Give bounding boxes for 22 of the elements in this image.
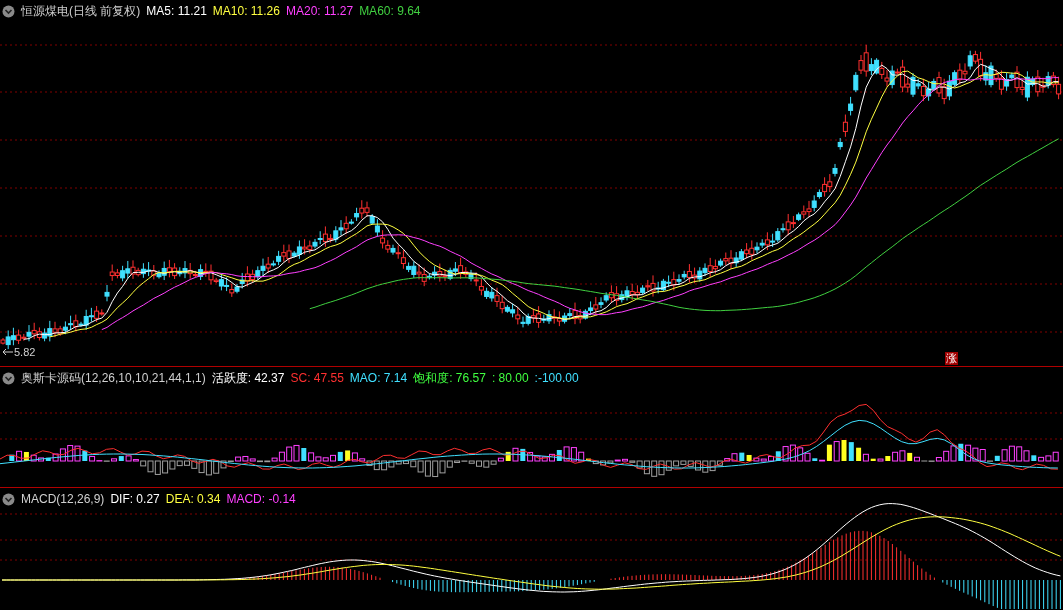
indicator-value: DIF: 0.27	[110, 491, 160, 508]
dropdown-icon[interactable]	[2, 492, 15, 506]
indicator-value: MA20: 11.27	[285, 3, 354, 20]
indicator-title: 奥斯卡源码(12,26,10,10,21,44,1,1)	[21, 370, 206, 387]
indicator-value: 活跃度: 42.37	[211, 370, 285, 387]
indicator-value: :-100.00	[534, 370, 579, 387]
indicator-value: 饱和度: 76.57	[413, 370, 486, 387]
rise-signal-badge: 涨	[945, 352, 958, 365]
indicator-value: MACD: -0.14	[226, 491, 296, 508]
indicator-value: MA60: 9.64	[359, 3, 421, 20]
indicator-value: MAO: 7.14	[349, 370, 408, 387]
dropdown-icon[interactable]	[2, 371, 15, 385]
indicator-value: SC: 47.55	[290, 370, 344, 387]
indicator-title: MACD(12,26,9)	[21, 491, 105, 508]
dropdown-icon[interactable]	[2, 4, 15, 18]
indicator-title: 恒源煤电(日线 前复权)	[21, 3, 141, 20]
arrow-left-icon	[2, 348, 14, 357]
indicator-value: MA10: 11.26	[212, 3, 280, 20]
indicator-value: DEA: 0.34	[165, 491, 221, 508]
indicator-value: MA5: 11.21	[146, 3, 207, 20]
indicator-value: : 80.00	[491, 370, 529, 387]
low-price-label: 5.82	[14, 345, 36, 360]
